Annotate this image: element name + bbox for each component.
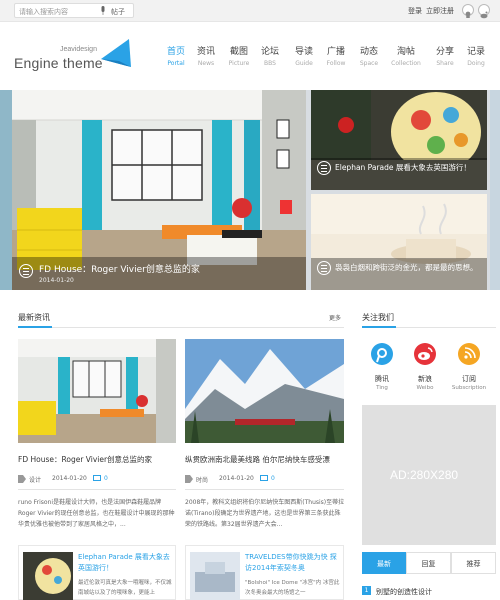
- small-item-2-body: "Bolshoi" Ice Dome "冰宫"内 冰宫此次冬奥会最大的场馆之一: [245, 580, 340, 596]
- nav-space[interactable]: 动态 Space: [355, 44, 383, 67]
- comment-icon: [93, 475, 101, 481]
- card-2-divider: [185, 489, 344, 490]
- weibo-login-icon[interactable]: [478, 4, 490, 19]
- comment-icon: [260, 475, 268, 481]
- card-2-image[interactable]: [185, 339, 344, 443]
- slide-main[interactable]: FD House：Roger Vivier创意总监的家 2014-01-20: [12, 90, 306, 290]
- nav-bbs[interactable]: 论坛 BBS: [256, 44, 284, 67]
- card-1-body: runo Frisoni是鞋履设计大师，也是法国伊森鞋履品牌Roger Vivi…: [18, 499, 175, 528]
- list-icon: [317, 261, 331, 275]
- small-item-2-title[interactable]: TRAVELDES带你快跳为快 探访2014年索契冬奥: [245, 552, 341, 574]
- card-2-comments[interactable]: 0: [271, 475, 275, 482]
- tab-recommend[interactable]: 推荐: [451, 552, 496, 574]
- card-1-title[interactable]: FD House：Roger Vivier创意总监的家: [18, 454, 152, 465]
- tab-reply[interactable]: 回复: [406, 552, 451, 574]
- card-1-comments[interactable]: 0: [104, 475, 108, 482]
- latest-divider: [18, 327, 344, 328]
- small-item-1-image: [23, 552, 73, 600]
- list-item-1[interactable]: 别墅的创造性设计: [376, 587, 432, 597]
- nav-guide[interactable]: 导读 Guide: [290, 44, 318, 67]
- ad-label: AD:280X280: [390, 468, 459, 482]
- nav-doing[interactable]: 记录 Doing: [462, 44, 490, 67]
- slide-right-bottom-caption[interactable]: 袅袅白烟和跨街泛的金光，都是最的思想。: [311, 258, 487, 290]
- tab-latest[interactable]: 最新: [362, 552, 406, 574]
- tag-icon: [185, 475, 193, 483]
- card-1-divider: [18, 489, 176, 490]
- slide-main-caption[interactable]: FD House：Roger Vivier创意总监的家 2014-01-20: [12, 257, 306, 290]
- small-item-2[interactable]: TRAVELDES带你快跳为快 探访2014年索契冬奥 "Bolshoi" Ic…: [185, 545, 344, 600]
- card-1-date: 2014-01-20: [52, 475, 87, 482]
- logo-subtitle: Jeavidesign: [60, 46, 97, 53]
- list-icon: [317, 161, 331, 175]
- search-type-select[interactable]: 帖子: [111, 7, 125, 17]
- slide-right-bottom[interactable]: 袅袅白烟和跨街泛的金光，都是最的思想。: [311, 194, 487, 290]
- follow-sina-label[interactable]: 新浪: [400, 374, 450, 384]
- nav-picture[interactable]: 截图 Picture: [225, 44, 253, 67]
- latest-accent: [18, 326, 52, 328]
- card-2-tag[interactable]: 时尚: [196, 475, 208, 484]
- follow-heading: 关注我们: [362, 313, 394, 322]
- card-2-title[interactable]: 纵贯欧洲南北最美线路 伯尔尼纳快车感受漂: [185, 454, 330, 465]
- follow-rss-label[interactable]: 订阅: [444, 374, 494, 384]
- list-icon: [19, 264, 33, 278]
- slider-prev-peek[interactable]: [0, 90, 12, 290]
- slide-right-top-title[interactable]: Elephan Parade 展看大象去英国游行！: [335, 161, 485, 174]
- qq-login-icon[interactable]: [462, 4, 474, 18]
- nav-news[interactable]: 资讯 News: [192, 44, 220, 67]
- list-number: 1: [362, 586, 371, 595]
- rss-icon[interactable]: [458, 343, 480, 365]
- register-link[interactable]: 立即注册: [426, 6, 454, 16]
- logo-flag-icon: [101, 39, 131, 67]
- ad-placeholder[interactable]: AD:280X280: [362, 405, 496, 545]
- tencent-weibo-icon[interactable]: [371, 343, 393, 365]
- slide-main-date: 2014-01-20: [39, 277, 74, 284]
- card-1-image[interactable]: [18, 339, 176, 443]
- nav-collection[interactable]: 淘帖 Collection: [389, 44, 423, 67]
- follow-accent: [362, 326, 396, 328]
- nav-follow[interactable]: 广播 Follow: [322, 44, 350, 67]
- sina-weibo-icon[interactable]: [414, 343, 436, 365]
- small-item-1[interactable]: Elephan Parade 展看大象去英国游行！ 最近伦敦可真是大象一哦喔咪，…: [18, 545, 176, 600]
- latest-heading: 最新资讯: [18, 313, 50, 322]
- microphone-icon[interactable]: [100, 6, 106, 15]
- tag-icon: [18, 475, 26, 483]
- card-2-date: 2014-01-20: [219, 475, 254, 482]
- slide-main-title[interactable]: FD House：Roger Vivier创意总监的家: [39, 262, 200, 275]
- slide-right-top[interactable]: Elephan Parade 展看大象去英国游行！: [311, 90, 487, 190]
- follow-rss-en: Subscription: [451, 385, 487, 391]
- search-box[interactable]: 请输入搜索内容 帖子: [14, 3, 134, 18]
- latest-more-link[interactable]: 更多: [329, 313, 341, 322]
- search-input[interactable]: 请输入搜索内容: [19, 7, 68, 17]
- nav-share[interactable]: 分享 Share: [431, 44, 459, 67]
- nav-portal[interactable]: 首页 Portal: [162, 44, 190, 67]
- small-item-1-body: 最近伦敦可真是大象一哦喔咪，不仅城南城站以及了的哦咪象，更能上: [78, 580, 172, 596]
- slide-right-top-caption[interactable]: Elephan Parade 展看大象去英国游行！: [311, 158, 487, 190]
- logo-title[interactable]: Engine theme: [14, 55, 103, 71]
- slider-next-peek[interactable]: [490, 90, 500, 290]
- login-link[interactable]: 登录: [408, 6, 422, 16]
- slide-right-bottom-title[interactable]: 袅袅白烟和跨街泛的金光，都是最的思想。: [335, 261, 485, 274]
- follow-sina-en: Weibo: [416, 385, 434, 391]
- small-item-2-image: [190, 552, 240, 600]
- card-1-tag[interactable]: 设计: [29, 475, 41, 484]
- card-2-body: 2008年，教科文组织将伯尔尼纳快车图西斯(Thusis)至蒂拉诺(Tirano…: [185, 499, 345, 528]
- small-item-1-title[interactable]: Elephan Parade 展看大象去英国游行！: [78, 552, 174, 574]
